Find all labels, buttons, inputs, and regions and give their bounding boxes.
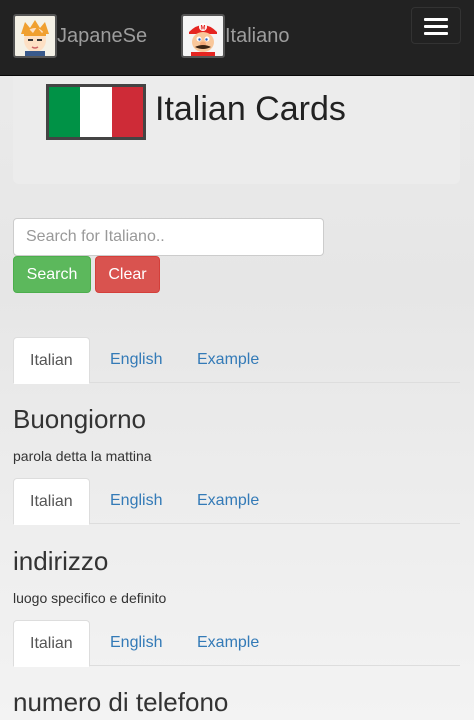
page-title: Italian Cards: [155, 90, 346, 128]
card-tabs: Italian English Example: [13, 478, 460, 525]
search-button[interactable]: Search: [13, 256, 91, 293]
tab-english[interactable]: English: [94, 620, 178, 666]
tab-example[interactable]: Example: [181, 478, 275, 524]
card-description: luogo specifico e definito: [13, 590, 167, 606]
jumbotron: Italian Cards: [13, 76, 460, 184]
nav-link-italiano[interactable]: M Italiano: [181, 13, 290, 59]
tab-italian[interactable]: Italian: [13, 620, 90, 667]
search-input[interactable]: [13, 218, 324, 256]
card-title: indirizzo: [13, 546, 109, 576]
mario-avatar-icon: M: [181, 14, 225, 58]
nav-link-label: Italiano: [225, 24, 290, 47]
tab-example[interactable]: Example: [181, 337, 275, 383]
card-tabs: Italian English Example: [13, 337, 460, 384]
nav-link-japanese[interactable]: JapaneSe: [13, 13, 147, 59]
nav-link-label: JapaneSe: [57, 24, 148, 47]
navbar-toggle-button[interactable]: [411, 7, 461, 44]
tab-example[interactable]: Example: [181, 620, 275, 666]
tab-english[interactable]: English: [94, 337, 178, 383]
hamburger-icon: [424, 18, 448, 21]
hamburger-icon: [424, 25, 448, 28]
card-title: Buongiorno: [13, 404, 146, 434]
flag-stripe-red: [111, 87, 143, 137]
card-tabs: Italian English Example: [13, 620, 460, 667]
clear-button[interactable]: Clear: [95, 256, 160, 293]
svg-text:M: M: [201, 26, 206, 32]
card-description: parola detta la mattina: [13, 448, 152, 464]
hamburger-icon: [424, 32, 448, 35]
flag-stripe-green: [49, 87, 81, 137]
tab-italian[interactable]: Italian: [13, 478, 90, 525]
anime-avatar-icon: [13, 14, 57, 58]
tab-english[interactable]: English: [94, 478, 178, 524]
tab-italian[interactable]: Italian: [13, 337, 90, 384]
flag-stripe-white: [80, 87, 112, 137]
navbar: JapaneSe M Italiano: [0, 0, 474, 76]
italian-flag-icon: [46, 84, 146, 140]
card-title: numero di telefono: [13, 687, 229, 717]
